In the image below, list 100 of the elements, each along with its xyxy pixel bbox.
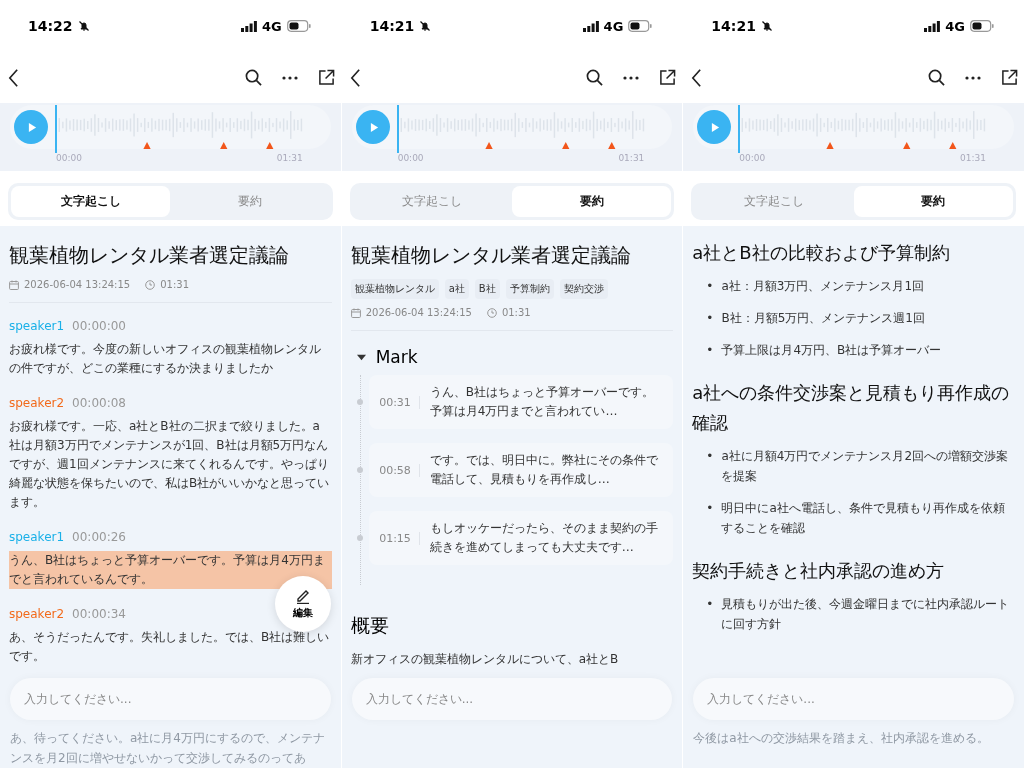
start-time: 00:00 <box>739 153 766 163</box>
marker-icon[interactable] <box>485 142 493 149</box>
summary-bullet: B社：月額5万円、メンテナンス週1回 <box>721 310 925 327</box>
tag[interactable]: 契約交渉 <box>559 279 608 299</box>
recording-date: 2026-06-04 13:24:15 <box>365 307 472 318</box>
bullet-dot: • <box>706 448 714 465</box>
status-time: 14:22 <box>28 18 73 34</box>
faded-text: あ、待ってください。a社に月4万円にするので、メンテナンスを月2回に増やせないかって交渉してみるのってあ <box>10 730 326 767</box>
tab[interactable]: 要約 <box>512 186 672 217</box>
tag[interactable]: B社 <box>474 279 500 299</box>
status-time: 14:21 <box>369 18 415 34</box>
mark-card[interactable]: 01:15 もしオッケーだったら、そのまま契約の手続きを進めてしまっても大丈夫です… <box>369 511 674 565</box>
bullet-dot: • <box>706 500 714 517</box>
tag[interactable]: 観葉植物レンタル <box>350 279 439 299</box>
marker-icon[interactable] <box>826 142 834 149</box>
marker-icon[interactable] <box>220 142 228 149</box>
signal-icon <box>582 20 599 32</box>
tab[interactable]: 要約 <box>853 186 1013 217</box>
battery-icon <box>628 20 653 32</box>
battery-icon <box>286 20 311 32</box>
input-field[interactable]: 入力してください... <box>693 678 1014 720</box>
search-icon[interactable] <box>928 69 945 86</box>
bullet-dot: • <box>706 342 714 359</box>
mark-time: 01:15 <box>379 531 420 545</box>
speaker-name: speaker2 <box>9 396 65 410</box>
overview-text: 新オフィスの観葉植物レンタルについて、a社とB <box>350 651 620 668</box>
mark-card[interactable]: 00:31 うん、B社はちょっと予算オーバーです。予算は月4万円までと言われてい… <box>369 375 674 429</box>
signal-icon <box>924 20 941 32</box>
bullet-dot: • <box>706 278 714 295</box>
end-time: 01:31 <box>960 153 986 163</box>
clock-icon <box>145 279 156 290</box>
bell-slash-icon <box>760 20 773 32</box>
marker-icon[interactable] <box>143 142 151 149</box>
transcript-text: お疲れ様です。今度の新しいオフィスの観葉植物レンタルの件ですが、どこの業種にするか決まりましたか <box>9 342 321 375</box>
speaker-name: speaker1 <box>9 530 65 544</box>
marker-icon[interactable] <box>266 142 274 149</box>
tab[interactable]: 文字起こし <box>11 186 171 217</box>
back-icon[interactable] <box>691 67 703 88</box>
summary-bullet: 見積もりが出た後、今週金曜日までに社内承認ルートに回す方針 <box>721 596 1011 633</box>
search-icon[interactable] <box>586 69 604 86</box>
share-icon[interactable] <box>1001 69 1018 86</box>
network-label: 4G <box>603 18 624 34</box>
tag[interactable]: 予算制約 <box>505 279 554 299</box>
recording-title: 観葉植物レンタル業者選定議論 <box>350 242 632 269</box>
network-label: 4G <box>945 18 965 34</box>
summary-bullet: 明日中にa社へ電話し、条件で見積もり再作成を依頼することを確認 <box>721 500 1006 537</box>
playhead[interactable] <box>738 105 741 153</box>
start-time: 00:00 <box>56 153 82 163</box>
bullet-dot: • <box>706 310 714 327</box>
transcript-text: お疲れ様です。一応、a社とB社の二択まで絞りました。a社は月額3万円でメンテナンスが1回、B社は月額5万円なんですが、週1回メンテナンスに来てくれるんです。やっぱり綺麗な状態を保ちたいので、私はB社がいいかなと思っています。 <box>9 419 330 509</box>
recording-date: 2026-06-04 13:24:15 <box>24 279 131 290</box>
play-button[interactable] <box>355 110 390 144</box>
play-button[interactable] <box>14 110 48 144</box>
calendar-icon <box>350 307 361 318</box>
more-icon[interactable] <box>965 75 981 80</box>
clock-icon <box>486 307 497 318</box>
collapse-icon[interactable] <box>356 352 366 362</box>
mark-card[interactable]: 00:58 です。では、明日中に。弊社にその条件で電話して、見積もりを再作成し… <box>369 443 674 497</box>
battery-icon <box>970 20 994 32</box>
bell-slash-icon <box>419 20 432 32</box>
marker-icon[interactable] <box>949 142 957 149</box>
marker-icon[interactable] <box>561 142 570 149</box>
recording-title: 観葉植物レンタル業者選定議論 <box>9 242 290 269</box>
end-time: 01:31 <box>276 153 303 163</box>
more-icon[interactable] <box>281 75 298 80</box>
bullet-dot: • <box>706 596 714 613</box>
back-icon[interactable] <box>349 67 361 88</box>
bell-slash-icon <box>77 20 90 32</box>
input-field[interactable]: 入力してください... <box>351 678 673 720</box>
search-icon[interactable] <box>244 69 262 86</box>
summary-bullet: a社に月額4万円でメンテナンス月2回への増額交渉案を提案 <box>721 448 1010 485</box>
speaker-name: speaker1 <box>9 319 65 333</box>
signal-icon <box>240 20 257 32</box>
pencil-icon <box>294 588 311 604</box>
share-icon[interactable] <box>659 69 677 86</box>
section-heading: a社とB社の比較および予算制約 <box>692 241 951 265</box>
mark-text: もしオッケーだったら、そのまま契約の手続きを進めてしまっても大丈夫です… <box>429 520 659 556</box>
edit-button[interactable]: 編集 <box>274 576 331 632</box>
mark-text: です。では、明日中に。弊社にその条件で電話して、見積もりを再作成し… <box>429 452 659 488</box>
speaker-name: speaker2 <box>9 607 65 621</box>
summary-bullet: 予算上限は月4万円、B社は予算オーバー <box>721 342 942 359</box>
marker-icon[interactable] <box>607 142 616 149</box>
calendar-icon <box>9 279 19 290</box>
faded-text: 今後はa社への交渉結果を踏まえ、社内承認を進める。 <box>693 730 990 747</box>
start-time: 00:00 <box>397 153 424 163</box>
more-icon[interactable] <box>623 75 640 80</box>
back-icon[interactable] <box>8 67 19 88</box>
play-button[interactable] <box>697 110 732 144</box>
share-icon[interactable] <box>317 69 335 86</box>
network-label: 4G <box>261 18 282 34</box>
transcript-text: うん、B社はちょっと予算オーバーです。予算は月4万円までと言われているんです。 <box>9 551 332 589</box>
overview-heading: 概要 <box>350 613 390 638</box>
input-field[interactable]: 入力してください... <box>10 678 331 720</box>
tag[interactable]: a社 <box>444 279 469 299</box>
marker-icon[interactable] <box>903 142 911 149</box>
section-heading: 契約手続きと社内承認の進め方 <box>692 559 946 583</box>
end-time: 01:31 <box>618 153 645 163</box>
playhead[interactable] <box>396 105 399 153</box>
play-icon <box>711 121 721 133</box>
transcript-text: あ、そうだったんです。失礼しました。では、B社は難しいです。 <box>9 630 330 663</box>
